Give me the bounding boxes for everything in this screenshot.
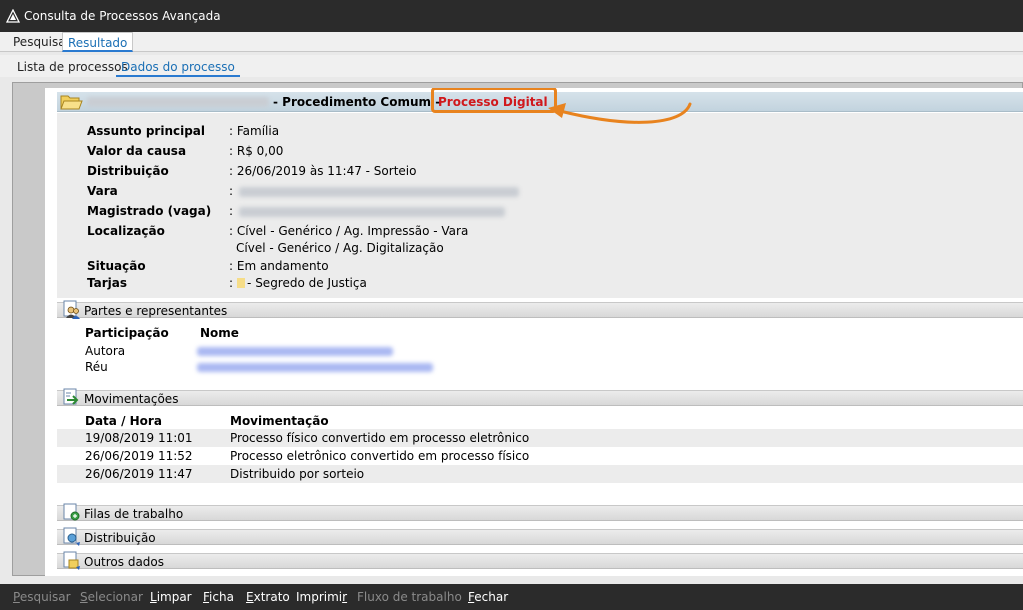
field-value-assunto: : Família bbox=[229, 124, 280, 138]
redacted-process-number bbox=[87, 97, 269, 107]
workflow-button[interactable]: Fluxo de trabalho bbox=[357, 590, 462, 604]
field-label-distribuicao: Distribuição bbox=[87, 164, 169, 178]
main-tabs: Pesquisa Resultado bbox=[0, 32, 1023, 52]
parties-col-name: Nome bbox=[200, 326, 239, 340]
movements-icon bbox=[63, 388, 79, 405]
field-value-localizacao: : Cível - Genérico / Ag. Impressão - Var… bbox=[229, 224, 469, 238]
field-label-tarjas: Tarjas bbox=[87, 276, 128, 290]
movement-date: 19/08/2019 11:01 bbox=[85, 431, 193, 445]
select-button-label: elecionar bbox=[87, 590, 143, 604]
work-queues-title: Filas de trabalho bbox=[84, 507, 184, 521]
clear-button-label: impar bbox=[156, 590, 192, 604]
other-data-title: Outros dados bbox=[84, 555, 165, 569]
parties-icon bbox=[63, 300, 80, 319]
search-button-label: esquisar bbox=[19, 590, 71, 604]
movement-text: Distribuido por sorteio bbox=[230, 467, 365, 481]
tarjas-colon: : bbox=[229, 276, 234, 290]
field-value-situacao: : Em andamento bbox=[229, 259, 329, 273]
movement-date: 26/06/2019 11:47 bbox=[85, 467, 193, 481]
close-button[interactable]: Fechar bbox=[468, 590, 508, 604]
field-value-vara: : bbox=[229, 184, 234, 198]
tarja-color-swatch bbox=[237, 278, 246, 288]
highlight-box bbox=[431, 88, 557, 113]
table-row[interactable]: 26/06/2019 11:52 Processo eletrônico con… bbox=[57, 447, 1023, 465]
print-button-label: Imprimi bbox=[296, 590, 343, 604]
process-panel: - Procedimento Comum - Processo Digital … bbox=[12, 82, 1023, 576]
record-button-label: icha bbox=[209, 590, 234, 604]
other-data-icon bbox=[63, 551, 80, 570]
party-participation-reu: Réu bbox=[85, 360, 108, 374]
sub-tabs: Lista de processos Dados do processo bbox=[0, 55, 1023, 77]
extract-button[interactable]: Extrato bbox=[246, 590, 290, 604]
process-content: - Procedimento Comum - Processo Digital … bbox=[45, 88, 1023, 576]
work-queues-section-header[interactable]: Filas de trabalho bbox=[57, 503, 1023, 521]
folder-icon bbox=[60, 95, 83, 110]
clear-button[interactable]: Limpar bbox=[150, 590, 192, 604]
party-participation-autora: Autora bbox=[85, 344, 126, 358]
parties-col-participation: Participação bbox=[85, 326, 169, 340]
field-label-magistrado: Magistrado (vaga) bbox=[87, 204, 212, 218]
record-button[interactable]: Ficha bbox=[203, 590, 234, 604]
field-value-distribuicao: : 26/06/2019 às 11:47 - Sorteio bbox=[229, 164, 417, 178]
field-label-localizacao: Localização bbox=[87, 224, 165, 238]
movement-date: 26/06/2019 11:52 bbox=[85, 449, 193, 463]
redacted-vara bbox=[239, 187, 519, 197]
redacted-party-name-2[interactable] bbox=[197, 363, 433, 372]
select-button-accel: S bbox=[80, 590, 88, 604]
tab-resultado[interactable]: Resultado bbox=[62, 32, 134, 52]
title-bar: Consulta de Processos Avançada bbox=[0, 0, 1023, 32]
field-label-vara: Vara bbox=[87, 184, 118, 198]
field-label-situacao: Situação bbox=[87, 259, 146, 273]
movement-text: Processo eletrônico convertido em proces… bbox=[230, 449, 530, 463]
distribution-section-header[interactable]: Distribuição bbox=[57, 527, 1023, 546]
table-row[interactable]: 26/06/2019 11:47 Distribuido por sorteio bbox=[57, 465, 1023, 483]
redacted-party-name-1[interactable] bbox=[197, 347, 393, 356]
close-button-label: echar bbox=[474, 590, 509, 604]
extract-button-label: xtrato bbox=[253, 590, 290, 604]
movement-text: Processo físico convertido em processo e… bbox=[230, 431, 530, 445]
tab-dados-do-processo[interactable]: Dados do processo bbox=[116, 58, 240, 77]
app-icon bbox=[6, 9, 20, 23]
other-data-section-header[interactable]: Outros dados bbox=[57, 551, 1023, 570]
extract-button-accel: E bbox=[246, 590, 254, 604]
distribution-title: Distribuição bbox=[84, 531, 156, 545]
parties-title: Partes e representantes bbox=[84, 304, 228, 318]
movements-section-header[interactable]: Movimentações bbox=[57, 388, 1023, 406]
table-row[interactable]: 19/08/2019 11:01 Processo físico convert… bbox=[57, 429, 1023, 447]
field-value-valor: : R$ 0,00 bbox=[229, 144, 284, 158]
select-button[interactable]: Selecionar bbox=[80, 590, 143, 604]
field-value-magistrado: : bbox=[229, 204, 234, 218]
redacted-magistrado bbox=[239, 207, 505, 217]
field-value-tarjas: : - Segredo de Justiça bbox=[229, 276, 367, 290]
movements-col-movement: Movimentação bbox=[230, 414, 329, 428]
parties-section-header[interactable]: Partes e representantes bbox=[57, 300, 1023, 319]
field-label-assunto: Assunto principal bbox=[87, 124, 206, 138]
movements-col-date: Data / Hora bbox=[85, 414, 162, 428]
search-button-accel: P bbox=[13, 590, 20, 604]
bottom-toolbar: Pesquisar Selecionar Limpar Ficha Extrat… bbox=[0, 584, 1023, 610]
process-class: - Procedimento Comum - bbox=[273, 95, 441, 109]
movements-title: Movimentações bbox=[84, 392, 179, 406]
print-button[interactable]: Imprimir bbox=[296, 590, 347, 604]
field-value-localizacao-2: Cível - Genérico / Ag. Digitalização bbox=[236, 241, 444, 255]
print-button-accel: r bbox=[342, 590, 348, 604]
search-button[interactable]: Pesquisar bbox=[13, 590, 71, 604]
distribution-icon bbox=[63, 527, 80, 546]
process-header: - Procedimento Comum - Processo Digital bbox=[57, 88, 1023, 113]
window-title: Consulta de Processos Avançada bbox=[24, 9, 221, 23]
process-details: Assunto principal : Família Valor da cau… bbox=[57, 113, 1023, 298]
field-label-valor: Valor da causa bbox=[87, 144, 187, 158]
tarja-tag: - Segredo de Justiça bbox=[247, 276, 367, 290]
work-queues-icon bbox=[63, 503, 80, 521]
clear-button-accel: L bbox=[150, 590, 157, 604]
tab-lista-de-processos[interactable]: Lista de processos bbox=[12, 58, 133, 77]
